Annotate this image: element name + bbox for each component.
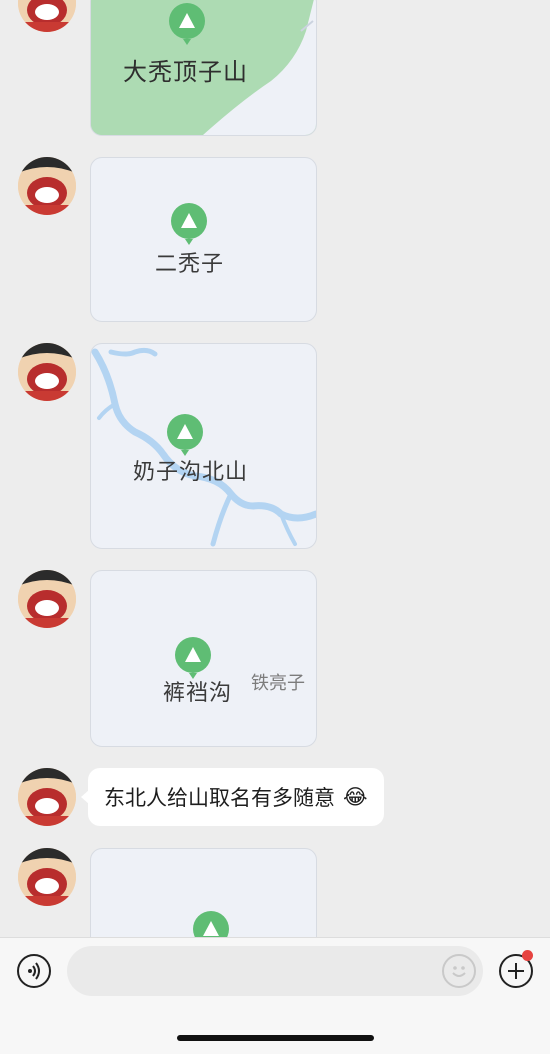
bubble-tail [81, 790, 89, 804]
text-message-bubble[interactable]: 东北人给山取名有多随意 😂 [81, 768, 384, 826]
chat-input-bar [0, 937, 550, 1054]
mountain-pin-icon [167, 414, 203, 456]
location-card[interactable]: 奶子沟北山 [90, 343, 317, 549]
location-card[interactable]: 裤裆沟 铁亮子 [90, 570, 317, 747]
avatar[interactable] [18, 0, 76, 32]
location-card[interactable]: 大秃顶子山 [90, 0, 317, 136]
mountain-pin-icon [175, 637, 211, 679]
emoji-icon[interactable] [442, 954, 476, 988]
home-indicator[interactable] [177, 1035, 374, 1041]
chat-area: 大秃顶子山 二秃子 奶子沟北山 裤裆沟 铁亮子 东北人给山取名有多随意 😂 [0, 0, 550, 937]
mountain-pin-icon [169, 3, 205, 45]
voice-icon[interactable] [17, 954, 51, 988]
mountain-pin-icon [193, 911, 229, 937]
location-name: 奶子沟北山 [133, 460, 249, 485]
location-card[interactable] [90, 848, 317, 937]
location-name: 二秃子 [155, 252, 225, 277]
laughing-emoji-icon: 😂 [343, 785, 368, 809]
location-card[interactable]: 二秃子 [90, 157, 317, 322]
mountain-pin-icon [171, 203, 207, 245]
message-input[interactable] [67, 946, 483, 996]
avatar[interactable] [18, 848, 76, 906]
notification-dot [522, 950, 533, 961]
avatar[interactable] [18, 157, 76, 215]
location-name: 大秃顶子山 [123, 58, 248, 86]
avatar[interactable] [18, 768, 76, 826]
avatar[interactable] [18, 343, 76, 401]
location-name: 裤裆沟 [163, 681, 233, 706]
avatar[interactable] [18, 570, 76, 628]
message-text: 东北人给山取名有多随意 [104, 786, 335, 810]
map-sub-label: 铁亮子 [251, 673, 305, 694]
